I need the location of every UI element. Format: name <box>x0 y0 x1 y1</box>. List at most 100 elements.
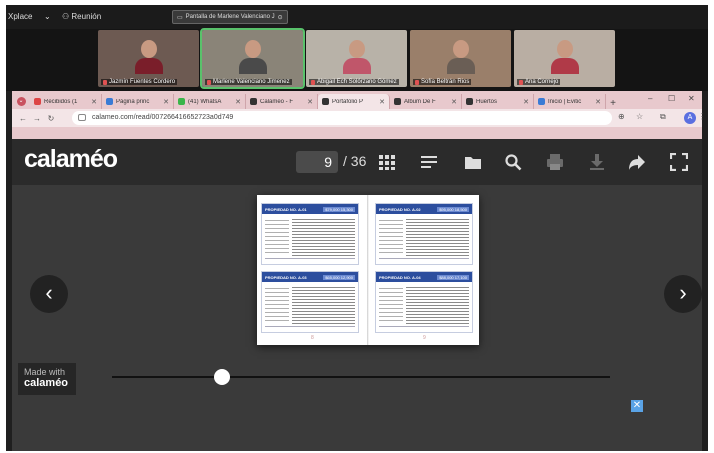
tabs: Recibidos (1 ✕ Página princ ✕ (41) WhatsA ✕ Ca… <box>30 94 606 109</box>
participant-name: Abigail Ech Solórzano Gómez <box>309 79 399 85</box>
participant-video <box>134 38 163 74</box>
search-icon[interactable] <box>504 153 522 171</box>
sheet-text <box>292 285 355 324</box>
mic-muted-icon <box>519 79 523 85</box>
browser-tab[interactable]: Calaméo - F ✕ <box>246 94 318 109</box>
download-icon[interactable] <box>588 153 606 171</box>
close-tab-icon[interactable]: ✕ <box>235 98 241 106</box>
next-page-button[interactable]: › <box>664 275 702 313</box>
share-label: Pantalla de Marlene Valenciano J <box>185 14 275 20</box>
meeting-menu[interactable]: ⚇ Reunión <box>62 12 101 21</box>
sheet-tag: $79,000 15,300 <box>323 206 355 212</box>
sheet-footer <box>379 326 469 330</box>
participant-tile[interactable]: Marlene Valenciano Jimenez <box>200 28 305 89</box>
mic-muted-icon <box>415 79 419 85</box>
list-icon[interactable] <box>420 153 438 171</box>
sheet-labels <box>265 285 289 324</box>
property-sheet: PROPIEDAD NO. A-01 $79,000 15,300 <box>261 203 359 265</box>
new-tab-button[interactable]: + <box>606 98 620 109</box>
url-bar[interactable]: calameo.com/read/007266416652723a0d749 <box>72 111 612 125</box>
app-label: Xplace <box>8 12 33 21</box>
sheet-text <box>406 217 469 256</box>
more-icon[interactable]: ⊙ <box>278 14 283 21</box>
page-slider-track[interactable] <box>112 376 610 378</box>
close-ad-icon[interactable]: ✕ <box>631 400 643 412</box>
book-spread[interactable]: PROPIEDAD NO. A-01 $79,000 15,300 PROPIEDA… <box>257 195 479 345</box>
tab-favicon-icon <box>250 98 257 105</box>
close-tab-icon[interactable]: ✕ <box>595 98 601 106</box>
page-slider-knob[interactable] <box>214 369 230 385</box>
menu-icon[interactable]: ⋮ <box>698 112 706 121</box>
chevron-down-icon: ⌄ <box>16 97 26 106</box>
zoom-icon[interactable]: ⊕ <box>618 112 625 121</box>
made-with-label: Made with <box>24 367 66 377</box>
meeting-label: Reunión <box>71 12 102 21</box>
participant-tile[interactable]: Jazmín Fuentes Cordero <box>98 30 199 87</box>
profile-avatar[interactable]: A <box>684 112 696 124</box>
tab-favicon-icon <box>34 98 41 105</box>
sheet-text <box>292 217 355 256</box>
screen-icon: ▭ <box>177 14 183 21</box>
tab-search-button[interactable]: ⌄ <box>12 94 30 109</box>
participant-strip: Jazmín Fuentes Cordero Marlene Valenciano… <box>6 28 708 91</box>
url-text: calameo.com/read/007266416652723a0d749 <box>92 114 234 121</box>
share-icon[interactable] <box>628 153 646 171</box>
close-tab-icon[interactable]: ✕ <box>451 98 457 106</box>
page-number-left: 8 <box>311 335 314 341</box>
sheet-tag: $65,000 12,900 <box>323 274 355 280</box>
browser-tab[interactable]: Portafolio P ✕ <box>318 94 390 109</box>
reader-area: ‹ › PROPIEDAD NO. A-01 $79,000 15,300 PROP… <box>12 185 702 451</box>
property-sheet: PROPIEDAD NO. A-02 $95,000 18,500 <box>375 203 473 265</box>
meeting-toolbar: Xplace ⌄ ⚇ Reunión ▭ Pantalla de Marlene… <box>6 5 708 29</box>
print-icon[interactable] <box>546 153 564 171</box>
close-tab-icon[interactable]: ✕ <box>523 98 529 106</box>
book-spine <box>367 195 369 345</box>
browser-tab[interactable]: Huertos ✕ <box>462 94 534 109</box>
browser-tab[interactable]: Álbum De F ✕ <box>390 94 462 109</box>
close-tab-icon[interactable]: ✕ <box>307 98 313 106</box>
screen-share-indicator[interactable]: ▭ Pantalla de Marlene Valenciano J ⊙ <box>172 10 288 24</box>
site-info-icon[interactable] <box>78 114 86 121</box>
sheet-text <box>406 285 469 324</box>
close-tab-icon[interactable]: ✕ <box>91 98 97 106</box>
tab-label: (41) WhatsA <box>188 98 222 105</box>
fullscreen-icon[interactable] <box>670 153 688 171</box>
back-icon[interactable]: ← <box>16 114 30 123</box>
screen: Xplace ⌄ ⚇ Reunión ▭ Pantalla de Marlene… <box>6 5 708 451</box>
made-with-badge[interactable]: Made with calaméo <box>18 363 76 395</box>
tab-label: Portafolio P <box>332 98 364 105</box>
close-tab-icon[interactable]: ✕ <box>379 98 385 106</box>
browser-tab[interactable]: Recibidos (1 ✕ <box>30 94 102 109</box>
sheet-labels <box>265 217 289 256</box>
participant-tile[interactable]: Abigail Ech Solórzano Gómez <box>306 30 407 87</box>
minimize-icon[interactable]: – <box>648 94 652 103</box>
browser-tab[interactable]: (41) WhatsA ✕ <box>174 94 246 109</box>
folder-icon[interactable] <box>464 153 482 171</box>
grid-icon[interactable] <box>378 153 396 171</box>
made-with-brand: calaméo <box>24 377 69 389</box>
sheet-footer <box>265 258 355 262</box>
bookmark-star-icon[interactable]: ☆ <box>636 112 643 121</box>
page-number-input[interactable]: 9 <box>296 151 338 173</box>
browser-tab[interactable]: Inicio | Evitic ✕ <box>534 94 606 109</box>
participant-tile[interactable]: Sofía Beltrán Rios <box>410 30 511 87</box>
reload-icon[interactable]: ↻ <box>44 114 58 123</box>
sheet-labels <box>379 217 403 256</box>
participant-tile[interactable]: Ana Cornejo <box>514 30 615 87</box>
sheet-labels <box>379 285 403 324</box>
property-sheet: PROPIEDAD NO. A-03 $65,000 12,900 <box>261 271 359 333</box>
mic-muted-icon <box>103 79 107 85</box>
people-icon: ⚇ <box>62 12 70 21</box>
extensions-icon[interactable]: ⧉ <box>660 112 666 122</box>
chevron-down-icon[interactable]: ⌄ <box>44 12 51 21</box>
tab-favicon-icon <box>178 98 185 105</box>
calameo-logo[interactable]: calaméo <box>24 145 118 174</box>
browser-tab[interactable]: Página princ ✕ <box>102 94 174 109</box>
close-tab-icon[interactable]: ✕ <box>163 98 169 106</box>
maximize-icon[interactable]: ☐ <box>668 94 675 103</box>
sheet-title: PROPIEDAD NO. A-01 <box>265 206 307 212</box>
previous-page-button[interactable]: ‹ <box>30 275 68 313</box>
forward-icon[interactable]: → <box>30 114 44 123</box>
page-total: / 36 <box>343 153 367 169</box>
close-window-icon[interactable]: ✕ <box>688 94 695 103</box>
